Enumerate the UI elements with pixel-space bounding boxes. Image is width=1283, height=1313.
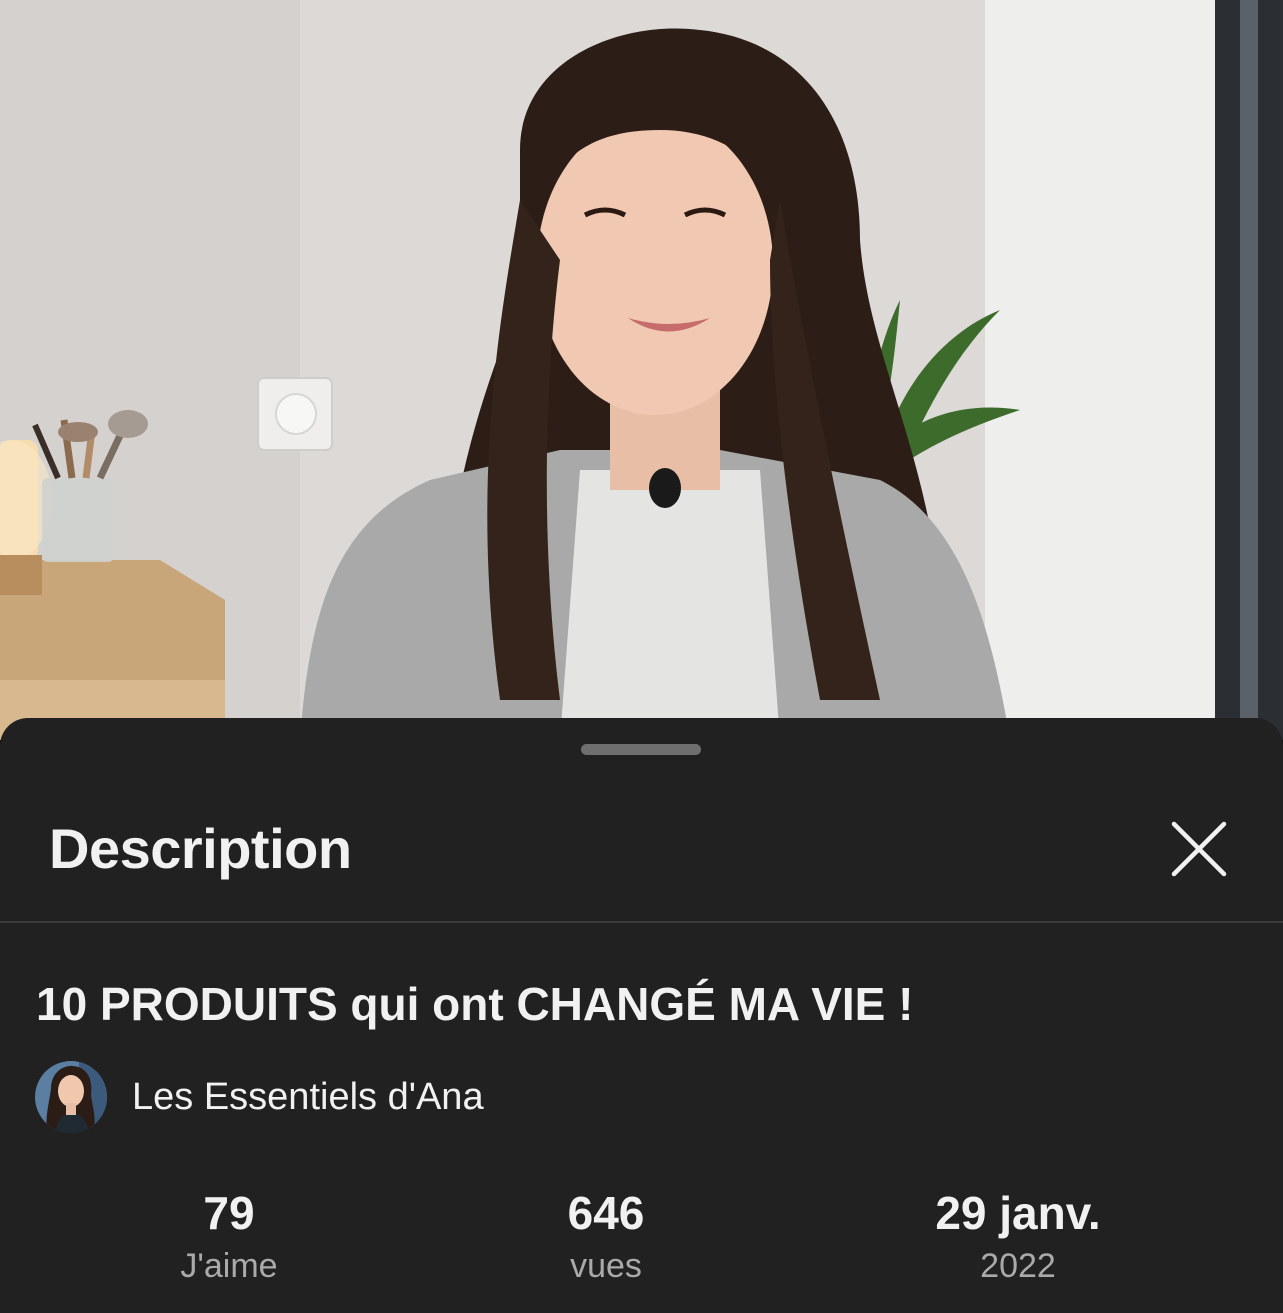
channel-name: Les Essentiels d'Ana <box>132 1076 484 1118</box>
video-title: 10 PRODUITS qui ont CHANGÉ MA VIE ! <box>36 978 914 1030</box>
screen: Description 10 PRODUITS qui ont CHANGÉ M… <box>0 0 1283 1313</box>
views-label: vues <box>570 1247 642 1285</box>
channel-link[interactable]: Les Essentiels d'Ana <box>35 1060 484 1134</box>
divider <box>0 921 1283 923</box>
date-stat: 29 janv. 2022 <box>868 1184 1168 1288</box>
likes-stat: 79 J'aime <box>79 1184 379 1288</box>
video-frame-image <box>0 0 1283 740</box>
video-player[interactable] <box>0 0 1283 740</box>
publish-year: 2022 <box>980 1247 1056 1285</box>
close-icon <box>1171 821 1227 877</box>
publish-date: 29 janv. <box>935 1187 1101 1239</box>
channel-avatar-image <box>35 1061 107 1133</box>
stats-row: 79 J'aime 646 vues 29 janv. 2022 <box>0 1184 1283 1294</box>
close-button[interactable] <box>1160 810 1238 888</box>
views-stat: 646 vues <box>456 1184 756 1288</box>
likes-label: J'aime <box>180 1247 278 1285</box>
avatar[interactable] <box>35 1061 107 1133</box>
likes-count: 79 <box>203 1187 255 1239</box>
sheet-title: Description <box>49 817 352 880</box>
drag-handle[interactable] <box>581 744 701 755</box>
views-count: 646 <box>567 1187 645 1239</box>
description-sheet: Description 10 PRODUITS qui ont CHANGÉ M… <box>0 718 1283 1313</box>
